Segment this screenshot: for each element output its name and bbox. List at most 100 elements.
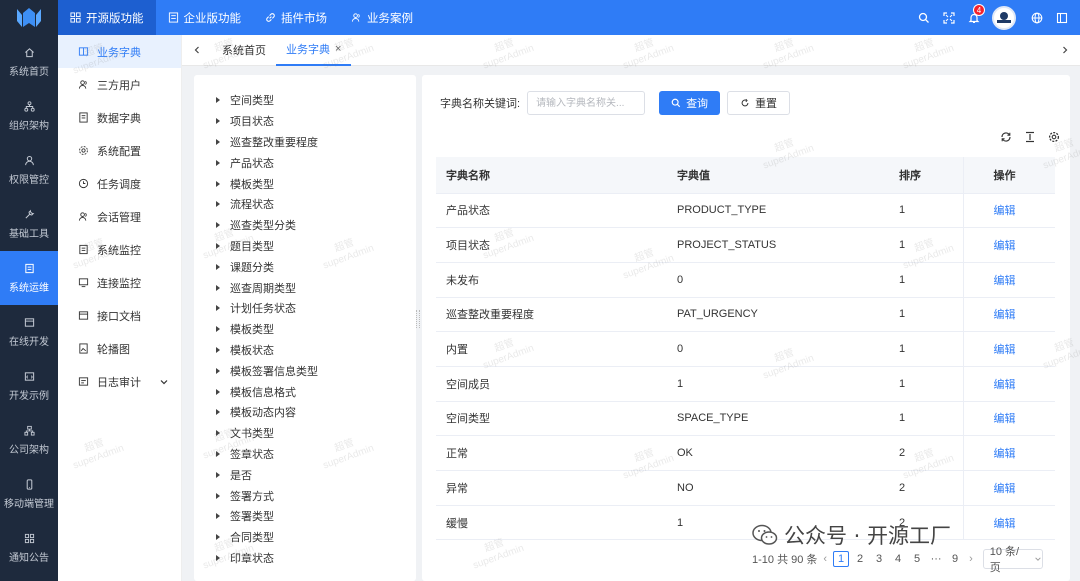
- caret-right-icon[interactable]: [216, 346, 220, 353]
- caret-right-icon[interactable]: [216, 138, 220, 145]
- caret-right-icon[interactable]: [216, 450, 220, 457]
- submenu-item-task-schedule[interactable]: 任务调度: [58, 167, 181, 200]
- tree-node[interactable]: 签署方式: [194, 485, 416, 506]
- caret-right-icon[interactable]: [216, 492, 220, 499]
- edit-link[interactable]: 编辑: [994, 344, 1016, 356]
- edit-link[interactable]: 编辑: [994, 205, 1016, 217]
- edit-link[interactable]: 编辑: [994, 309, 1016, 321]
- caret-right-icon[interactable]: [216, 430, 220, 437]
- submenu-item-system-monitor[interactable]: 系统监控: [58, 233, 181, 266]
- caret-right-icon[interactable]: [216, 118, 220, 125]
- submenu-item-data-dict[interactable]: 数据字典: [58, 101, 181, 134]
- notification-button[interactable]: 4: [961, 0, 986, 35]
- edit-link[interactable]: 编辑: [994, 275, 1016, 287]
- caret-right-icon[interactable]: [216, 513, 220, 520]
- avatar[interactable]: [992, 5, 1016, 30]
- sidebar-item-permission[interactable]: 权限管控: [0, 143, 58, 197]
- tree-node[interactable]: 模板状态: [194, 340, 416, 361]
- page-number[interactable]: 1: [833, 551, 850, 567]
- caret-right-icon[interactable]: [216, 201, 220, 208]
- submenu-item-audit-log[interactable]: 日志审计: [58, 365, 181, 398]
- layout-button[interactable]: [1049, 0, 1074, 35]
- tree-node[interactable]: 合同类型: [194, 527, 416, 548]
- edit-link[interactable]: 编辑: [994, 413, 1016, 425]
- column-settings-button[interactable]: [1048, 131, 1060, 143]
- caret-right-icon[interactable]: [216, 159, 220, 166]
- tree-node[interactable]: 课题分类: [194, 256, 416, 277]
- submenu-item-third-party-users[interactable]: 三方用户: [58, 68, 181, 101]
- panel-splitter[interactable]: [416, 310, 420, 328]
- topnav-open-source[interactable]: 开源版功能: [58, 0, 156, 35]
- caret-right-icon[interactable]: [216, 534, 220, 541]
- caret-right-icon[interactable]: [216, 326, 220, 333]
- tree-node[interactable]: 模板动态内容: [194, 402, 416, 423]
- next-page-button[interactable]: ›: [969, 553, 973, 565]
- caret-right-icon[interactable]: [216, 367, 220, 374]
- tree-node[interactable]: 题目类型: [194, 236, 416, 257]
- page-number[interactable]: 2: [852, 551, 868, 567]
- tab-business-dict[interactable]: 业务字典 ×: [276, 35, 352, 66]
- tree-node[interactable]: 模板类型: [194, 173, 416, 194]
- tree-node[interactable]: 项目状态: [194, 111, 416, 132]
- tree-node[interactable]: 计划任务状态: [194, 298, 416, 319]
- page-size-select[interactable]: 10 条/页: [982, 546, 1043, 574]
- page-number[interactable]: 4: [890, 551, 906, 567]
- topnav-cases[interactable]: 业务案例: [339, 0, 425, 35]
- tab-scroll-left[interactable]: [182, 35, 212, 66]
- page-number[interactable]: 9: [947, 551, 963, 567]
- sidebar-item-home[interactable]: 系统首页: [0, 35, 58, 89]
- edit-link[interactable]: 编辑: [994, 518, 1016, 530]
- submenu-item-connection-monitor[interactable]: 连接监控: [58, 266, 181, 299]
- caret-right-icon[interactable]: [216, 284, 220, 291]
- sidebar-item-dev-demo[interactable]: 开发示例: [0, 359, 58, 413]
- sidebar-item-tools[interactable]: 基础工具: [0, 197, 58, 251]
- topnav-enterprise[interactable]: 企业版功能: [156, 0, 254, 35]
- caret-right-icon[interactable]: [216, 263, 220, 270]
- page-ellipsis[interactable]: ···: [928, 551, 944, 567]
- tab-scroll-right[interactable]: [1050, 35, 1080, 66]
- tab-home[interactable]: 系统首页: [212, 35, 276, 66]
- tree-node[interactable]: 巡查整改重要程度: [194, 132, 416, 153]
- caret-right-icon[interactable]: [216, 242, 220, 249]
- sidebar-item-mobile[interactable]: 移动端管理: [0, 467, 58, 521]
- caret-right-icon[interactable]: [216, 97, 220, 104]
- caret-right-icon[interactable]: [216, 222, 220, 229]
- edit-link[interactable]: 编辑: [994, 483, 1016, 495]
- submenu-item-business-dict[interactable]: 业务字典: [58, 35, 181, 68]
- tree-node[interactable]: 模板签署信息类型: [194, 360, 416, 381]
- tree-node[interactable]: 巡查周期类型: [194, 277, 416, 298]
- tree-node[interactable]: 产品状态: [194, 152, 416, 173]
- tree-node[interactable]: 模板信息格式: [194, 381, 416, 402]
- search-input[interactable]: [527, 91, 646, 115]
- sidebar-item-org[interactable]: 组织架构: [0, 89, 58, 143]
- fullscreen-button[interactable]: [936, 0, 961, 35]
- submenu-item-system-config[interactable]: 系统配置: [58, 134, 181, 167]
- sidebar-item-company[interactable]: 公司架构: [0, 413, 58, 467]
- query-button[interactable]: 查询: [659, 91, 721, 115]
- sidebar-item-ops[interactable]: 系统运维: [0, 251, 58, 305]
- caret-right-icon[interactable]: [216, 471, 220, 478]
- submenu-item-carousel[interactable]: 轮播图: [58, 332, 181, 365]
- caret-right-icon[interactable]: [216, 388, 220, 395]
- caret-right-icon[interactable]: [216, 305, 220, 312]
- caret-right-icon[interactable]: [216, 180, 220, 187]
- page-number[interactable]: 3: [871, 551, 887, 567]
- caret-right-icon[interactable]: [216, 409, 220, 416]
- caret-right-icon[interactable]: [216, 554, 220, 561]
- search-button[interactable]: [911, 0, 936, 35]
- tree-node[interactable]: 巡查类型分类: [194, 215, 416, 236]
- density-button[interactable]: [1024, 131, 1036, 143]
- topnav-plugins[interactable]: 插件市场: [253, 0, 339, 35]
- reset-button[interactable]: 重置: [727, 91, 791, 115]
- sidebar-item-online-dev[interactable]: 在线开发: [0, 305, 58, 359]
- tree-node[interactable]: 印章状态: [194, 548, 416, 569]
- edit-link[interactable]: 编辑: [994, 379, 1016, 391]
- tree-node[interactable]: 文书类型: [194, 423, 416, 444]
- edit-link[interactable]: 编辑: [994, 448, 1016, 460]
- tab-close-button[interactable]: ×: [335, 43, 341, 55]
- refresh-table-button[interactable]: [1000, 131, 1012, 143]
- page-number[interactable]: 5: [909, 551, 925, 567]
- prev-page-button[interactable]: ‹: [823, 553, 827, 565]
- submenu-item-api-docs[interactable]: 接口文档: [58, 299, 181, 332]
- tree-node[interactable]: 模板类型: [194, 319, 416, 340]
